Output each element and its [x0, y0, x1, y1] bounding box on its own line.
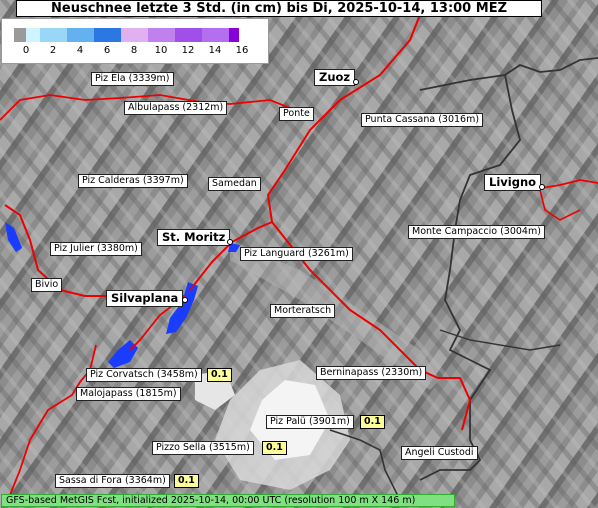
place-label[interactable]: Piz Calderas (3397m)	[78, 174, 188, 188]
legend-tick: 14	[208, 45, 222, 56]
legend-swatch	[94, 28, 121, 42]
legend-tick: 12	[181, 45, 195, 56]
place-label[interactable]: Piz Palü (3901m)	[266, 415, 354, 429]
legend-tick: 2	[49, 45, 57, 56]
place-label[interactable]: Malojapass (1815m)	[76, 387, 181, 401]
legend-tick: 4	[76, 45, 84, 56]
place-label[interactable]: Piz Corvatsch (3458m)	[86, 368, 202, 382]
place-marker	[227, 239, 233, 245]
place-label[interactable]: Silvaplana	[106, 290, 184, 307]
place-marker	[353, 79, 359, 85]
place-label[interactable]: Pizzo Sella (3515m)	[152, 441, 254, 455]
place-label[interactable]: Livigno	[484, 174, 542, 191]
legend-tick: 0	[22, 45, 30, 56]
place-label[interactable]: Morteratsch	[270, 304, 336, 318]
legend-swatch	[121, 28, 148, 42]
snow-value-badge: 0.1	[207, 368, 232, 382]
place-label[interactable]: Albulapass (2312m)	[124, 101, 228, 115]
place-label[interactable]: Berninapass (2330m)	[316, 366, 427, 380]
place-label[interactable]: Piz Ela (3339m)	[91, 72, 174, 86]
snow-value-badge: 0.1	[174, 474, 199, 488]
legend-swatch	[202, 28, 229, 42]
place-label[interactable]: Bivio	[31, 278, 63, 292]
snow-value-badge: 0.1	[262, 441, 287, 455]
legend-tick: 10	[154, 45, 168, 56]
color-legend: 0 2 4 6 8 10 12 14 16	[1, 18, 269, 64]
place-label[interactable]: Piz Julier (3380m)	[50, 242, 142, 256]
snow-value-badge: 0.1	[360, 415, 385, 429]
place-label[interactable]: Samedan	[208, 177, 261, 191]
legend-swatch	[14, 28, 26, 42]
legend-tick: 8	[130, 45, 138, 56]
place-label[interactable]: Ponte	[279, 107, 314, 121]
legend-tick: 6	[103, 45, 111, 56]
legend-swatch	[40, 28, 67, 42]
legend-swatch	[175, 28, 202, 42]
place-label[interactable]: Sassa di Fora (3364m)	[55, 474, 170, 488]
map-title: Neuschnee letzte 3 Std. (in cm) bis Di, …	[16, 0, 542, 17]
place-label[interactable]: Monte Campaccio (3004m)	[408, 225, 545, 239]
legend-swatch	[148, 28, 175, 42]
place-marker	[182, 297, 188, 303]
place-label[interactable]: Angeli Custodi	[401, 446, 478, 460]
place-label[interactable]: Piz Languard (3261m)	[240, 247, 353, 261]
legend-swatch	[26, 28, 40, 42]
legend-tick: 16	[235, 45, 249, 56]
forecast-info-footer: GFS-based MetGIS Fcst, initialized 2025-…	[1, 494, 455, 507]
place-marker	[539, 184, 545, 190]
place-label[interactable]: Zuoz	[314, 69, 356, 86]
place-label[interactable]: St. Moritz	[157, 229, 231, 246]
legend-swatch	[67, 28, 94, 42]
legend-color-bar	[14, 28, 239, 42]
place-label[interactable]: Punta Cassana (3016m)	[361, 113, 484, 127]
legend-swatch	[229, 28, 239, 42]
